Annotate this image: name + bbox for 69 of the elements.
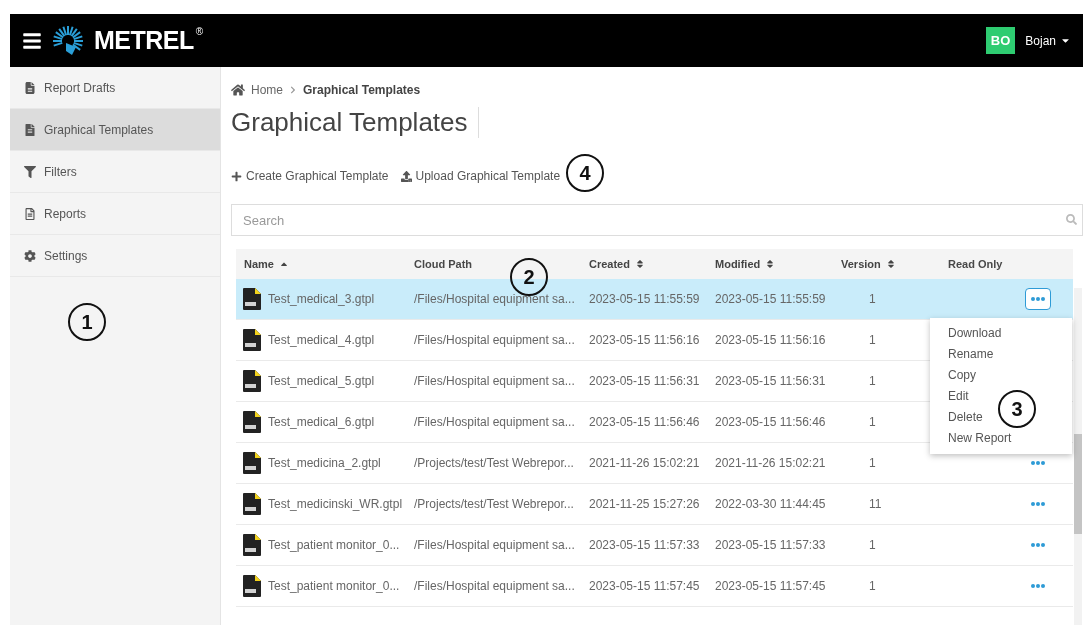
- column-header[interactable]: Modified: [707, 258, 833, 270]
- search-field[interactable]: Search: [231, 204, 1083, 236]
- date-cell-text: 2023-05-15 11:56:46: [588, 415, 701, 429]
- callout-number: 3: [998, 390, 1036, 428]
- column-header[interactable]: Read Only: [940, 258, 1025, 270]
- upload-button[interactable]: Upload Graphical Template: [400, 169, 561, 183]
- sidebar-label: Graphical Templates: [44, 122, 154, 137]
- path-cell-text: /Files/Hospital equipment sa...: [413, 415, 576, 429]
- callout-number: 1: [68, 303, 106, 341]
- column-header[interactable]: Name: [236, 258, 406, 270]
- column-header[interactable]: Version: [833, 258, 940, 270]
- date-cell-text: 2023-05-15 11:56:31: [714, 374, 827, 388]
- date-cell-text: 2022-03-30 11:44:45: [714, 497, 827, 511]
- callout-number: 4: [566, 154, 604, 192]
- name-cell: Test_patient monitor_0...: [236, 574, 406, 598]
- version-cell-text: 11: [868, 497, 883, 511]
- date-cell-text: 2021-11-25 15:27:26: [588, 497, 701, 511]
- date-cell-text: 2023-05-15 11:55:59: [714, 292, 827, 306]
- name-cell: Test_medical_4.gtpl: [236, 328, 406, 352]
- path-cell-text: /Files/Hospital equipment sa...: [413, 333, 576, 347]
- name-cell: Test_medical_6.gtpl: [236, 410, 406, 434]
- registered-mark: ®: [195, 26, 204, 37]
- name-cell: Test_medicina_2.gtpl: [236, 451, 406, 475]
- version-cell-text: 1: [868, 374, 877, 388]
- date-cell-text: 2023-05-15 11:56:16: [714, 333, 827, 347]
- date-cell-text: 2023-05-15 11:56:46: [714, 415, 827, 429]
- create-button[interactable]: Create Graphical Template: [231, 169, 389, 183]
- date-cell-text: 2023-05-15 11:56:31: [588, 374, 701, 388]
- sidebar-label: Report Drafts: [44, 80, 116, 95]
- path-cell-text: /Files/Hospital equipment sa...: [413, 538, 576, 552]
- version-cell-text: 1: [868, 538, 877, 552]
- date-cell-text: 2021-11-26 15:02:21: [588, 456, 701, 470]
- sidebar-item[interactable]: Settings: [10, 235, 220, 277]
- logo-text: METREL: [94, 26, 194, 55]
- version-cell-text: 1: [868, 456, 877, 470]
- name-cell: Test_medical_5.gtpl: [236, 369, 406, 393]
- menu-item[interactable]: Rename: [948, 343, 994, 364]
- version-cell-text: 1: [868, 579, 877, 593]
- page-title: Graphical Templates: [231, 107, 479, 138]
- path-cell-text: /Projects/test/Test Webrepor...: [413, 497, 575, 511]
- sidebar-label: Settings: [44, 248, 88, 263]
- date-cell-text: 2023-05-15 11:57:45: [714, 579, 827, 593]
- breadcrumb-current: Graphical Templates: [303, 83, 421, 97]
- date-cell-text: 2023-05-15 11:55:59: [588, 292, 701, 306]
- version-cell-text: 1: [868, 292, 877, 306]
- menu-item[interactable]: Copy: [948, 364, 976, 385]
- column-header[interactable]: Created: [581, 258, 707, 270]
- sidebar-label: Reports: [44, 206, 87, 221]
- path-cell-text: /Projects/test/Test Webrepor...: [413, 456, 575, 470]
- path-cell-text: /Files/Hospital equipment sa...: [413, 579, 576, 593]
- sidebar-label: Filters: [44, 164, 77, 179]
- version-cell-text: 1: [868, 333, 877, 347]
- menu-item[interactable]: Download: [948, 322, 1002, 343]
- version-cell-text: 1: [868, 415, 877, 429]
- name-cell: Test_medicinski_WR.gtpl: [236, 492, 406, 516]
- date-cell-text: 2023-05-15 11:57:33: [588, 538, 701, 552]
- name-cell: Test_medical_3.gtpl: [236, 287, 406, 311]
- date-cell-text: 2023-05-15 11:57:33: [714, 538, 827, 552]
- name-cell: Test_patient monitor_0...: [236, 533, 406, 557]
- sidebar-item[interactable]: Filters: [10, 151, 220, 193]
- date-cell-text: 2023-05-15 11:57:45: [588, 579, 701, 593]
- user-menu[interactable]: Bojan: [1025, 33, 1071, 48]
- date-cell-text: 2023-05-15 11:56:16: [588, 333, 701, 347]
- breadcrumb-link[interactable]: Home: [251, 83, 283, 97]
- sidebar-item[interactable]: Graphical Templates: [10, 109, 220, 151]
- path-cell-text: /Files/Hospital equipment sa...: [413, 374, 576, 388]
- sidebar-item[interactable]: Reports: [10, 193, 220, 235]
- menu-item[interactable]: Delete: [948, 406, 983, 427]
- date-cell-text: 2021-11-26 15:02:21: [714, 456, 827, 470]
